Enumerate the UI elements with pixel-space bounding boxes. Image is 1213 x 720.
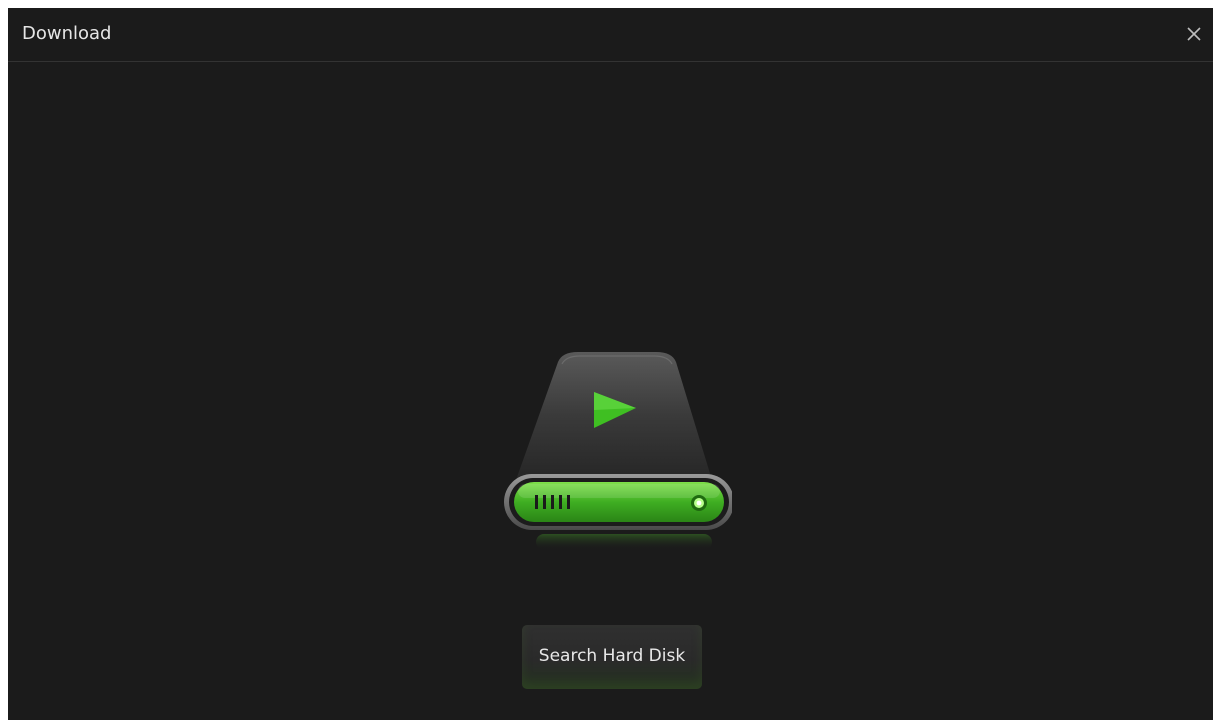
close-button[interactable]	[1183, 23, 1205, 45]
close-icon	[1187, 27, 1201, 41]
title-bar: Download	[8, 8, 1213, 62]
download-dialog: Download Search Hard Disk	[8, 8, 1213, 720]
dialog-title: Download	[22, 23, 112, 44]
search-hard-disk-button[interactable]: Search Hard Disk	[522, 625, 702, 689]
hard-disk-icon	[496, 348, 734, 558]
